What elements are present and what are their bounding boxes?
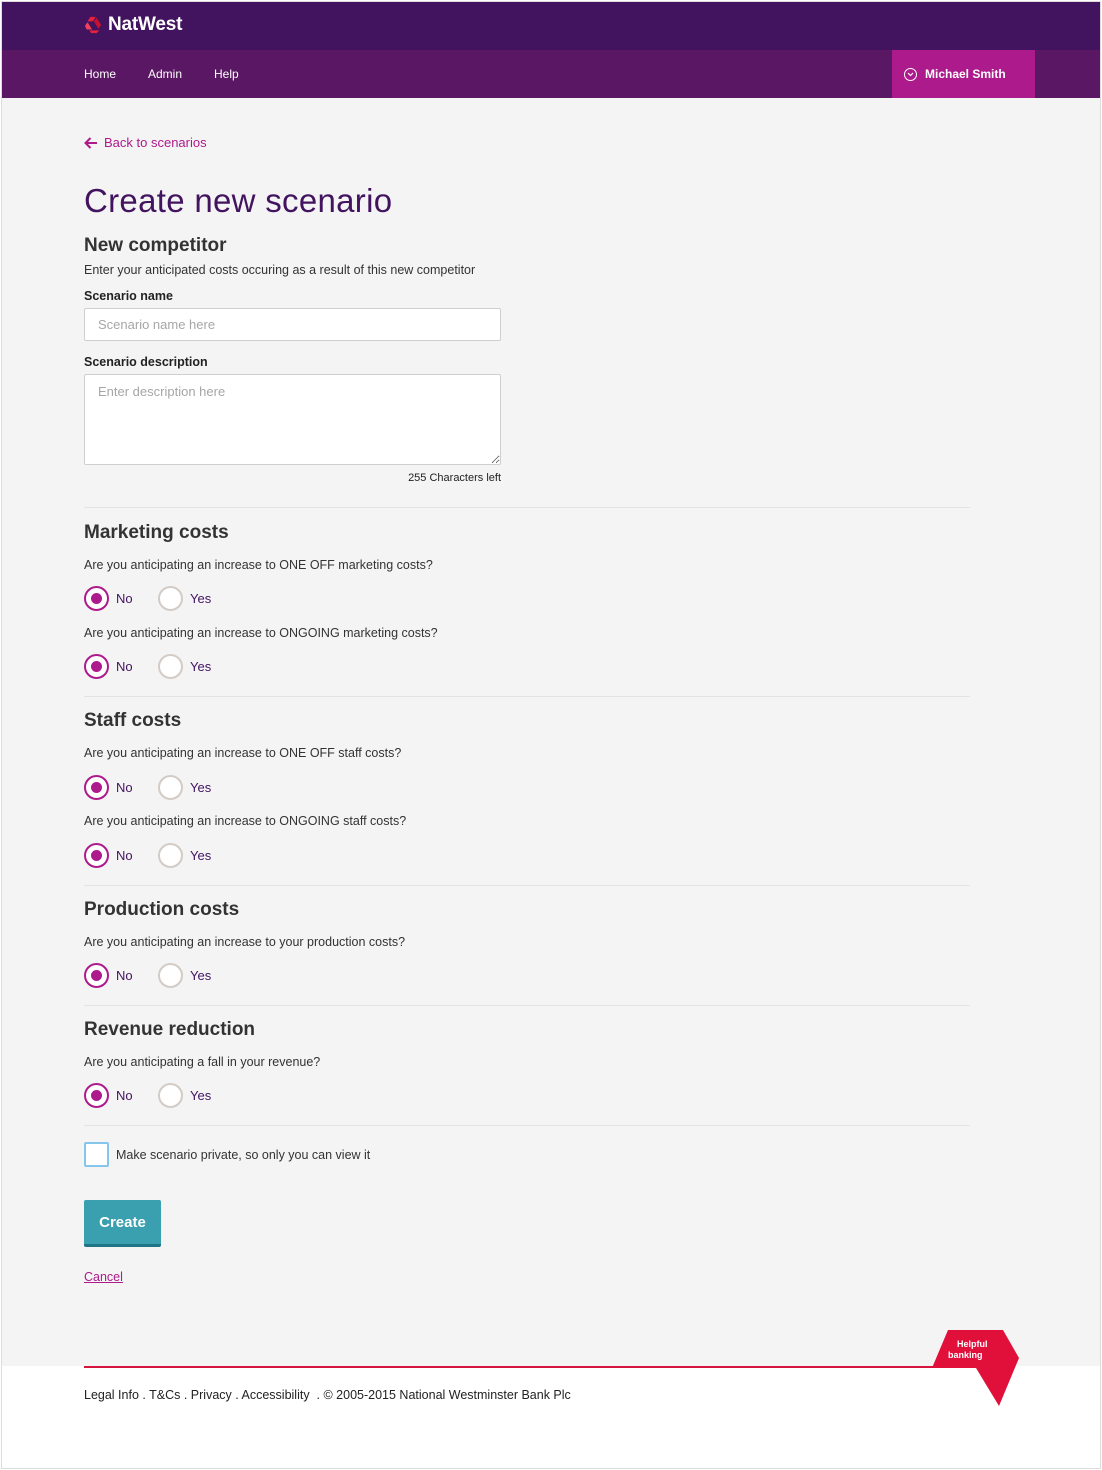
- radio-no-label[interactable]: No: [116, 780, 158, 795]
- brand-logo-link[interactable]: NatWest: [84, 14, 182, 36]
- radio-no[interactable]: [84, 654, 109, 679]
- footer-separator: .: [180, 1388, 191, 1402]
- radio-no[interactable]: [84, 1083, 109, 1108]
- chevron-down-circle-icon: [904, 67, 917, 81]
- section-divider: [84, 1125, 970, 1126]
- revenue-reduction-heading: Revenue reduction: [84, 1019, 256, 1040]
- scenario-name-input[interactable]: [84, 308, 501, 341]
- helpful-banking-text: Helpful banking: [948, 1339, 988, 1360]
- radio-yes[interactable]: [158, 843, 183, 868]
- cancel-link[interactable]: Cancel: [84, 1270, 123, 1284]
- create-button[interactable]: Create: [84, 1200, 161, 1247]
- radio-yes-label[interactable]: Yes: [190, 780, 211, 795]
- private-scenario-label[interactable]: Make scenario private, so only you can v…: [116, 1148, 370, 1162]
- radio-no[interactable]: [84, 775, 109, 800]
- section-divider: [84, 507, 970, 508]
- radio-yes-label[interactable]: Yes: [190, 848, 211, 863]
- scenario-type-heading: New competitor: [84, 235, 227, 256]
- page-frame: NatWest Home Admin Help Michael Smith Ba…: [1, 1, 1101, 1469]
- radio-group-revenue: No Yes: [84, 1083, 211, 1108]
- page-title: Create new scenario: [84, 182, 393, 219]
- scenario-description-input[interactable]: [84, 374, 501, 465]
- intro-text: Enter your anticipated costs occuring as…: [84, 263, 476, 277]
- user-name: Michael Smith: [925, 67, 1006, 81]
- natwest-chevrons-icon: [84, 16, 102, 34]
- question-ongoing-staff: Are you anticipating an increase to ONGO…: [84, 814, 407, 828]
- radio-group-oneoff-staff: No Yes: [84, 775, 211, 800]
- footer-separator: .: [231, 1388, 242, 1402]
- question-oneoff-marketing: Are you anticipating an increase to ONE …: [84, 558, 433, 572]
- footer-link-privacy[interactable]: Privacy: [191, 1388, 232, 1402]
- production-costs-heading: Production costs: [84, 899, 240, 920]
- scenario-description-label: Scenario description: [84, 355, 208, 369]
- radio-group-production: No Yes: [84, 963, 211, 988]
- nav-admin[interactable]: Admin: [148, 67, 182, 81]
- radio-no[interactable]: [84, 586, 109, 611]
- radio-no-label[interactable]: No: [116, 848, 158, 863]
- private-scenario-checkbox[interactable]: [84, 1142, 109, 1167]
- radio-no-label[interactable]: No: [116, 659, 158, 674]
- footer-links: Legal Info . T&Cs . Privacy . Accessibil…: [84, 1388, 571, 1402]
- question-production: Are you anticipating an increase to your…: [84, 935, 406, 949]
- nav-help[interactable]: Help: [214, 67, 239, 81]
- radio-yes[interactable]: [158, 963, 183, 988]
- footer-separator: .: [313, 1388, 324, 1402]
- radio-group-ongoing-marketing: No Yes: [84, 654, 211, 679]
- footer-link-tcs[interactable]: T&Cs: [149, 1388, 180, 1402]
- marketing-costs-heading: Marketing costs: [84, 522, 229, 543]
- user-menu-button[interactable]: Michael Smith: [892, 50, 1035, 98]
- footer-link-legal[interactable]: Legal Info: [84, 1388, 139, 1402]
- back-link-label: Back to scenarios: [104, 135, 207, 150]
- scenario-name-label: Scenario name: [84, 289, 173, 303]
- brand-name: NatWest: [108, 14, 183, 35]
- radio-yes[interactable]: [158, 1083, 183, 1108]
- radio-yes-label[interactable]: Yes: [190, 659, 211, 674]
- footer-link-accessibility[interactable]: Accessibility: [242, 1388, 310, 1402]
- characters-left-counter: 255 Characters left: [408, 472, 501, 484]
- radio-yes[interactable]: [158, 775, 183, 800]
- question-oneoff-staff: Are you anticipating an increase to ONE …: [84, 746, 402, 760]
- radio-no[interactable]: [84, 963, 109, 988]
- footer-divider: [84, 1366, 944, 1368]
- back-to-scenarios-link[interactable]: Back to scenarios: [84, 135, 207, 150]
- footer-separator: .: [138, 1388, 150, 1402]
- radio-no-label[interactable]: No: [116, 968, 158, 983]
- radio-no[interactable]: [84, 843, 109, 868]
- nav-home[interactable]: Home: [84, 67, 116, 81]
- copyright-text: © 2005-2015 National Westminster Bank Pl…: [323, 1388, 571, 1402]
- radio-yes[interactable]: [158, 586, 183, 611]
- section-divider: [84, 696, 970, 697]
- question-revenue: Are you anticipating a fall in your reve…: [84, 1055, 321, 1069]
- section-divider: [84, 1005, 970, 1006]
- radio-yes-label[interactable]: Yes: [190, 968, 211, 983]
- section-divider: [84, 885, 970, 886]
- radio-group-oneoff-marketing: No Yes: [84, 586, 211, 611]
- question-ongoing-marketing: Are you anticipating an increase to ONGO…: [84, 626, 438, 640]
- radio-yes-label[interactable]: Yes: [190, 1088, 211, 1103]
- radio-yes-label[interactable]: Yes: [190, 591, 211, 606]
- arrow-left-icon: [84, 136, 97, 149]
- staff-costs-heading: Staff costs: [84, 710, 182, 731]
- header-bar: NatWest: [2, 2, 1100, 50]
- radio-no-label[interactable]: No: [116, 1088, 158, 1103]
- radio-no-label[interactable]: No: [116, 591, 158, 606]
- radio-group-ongoing-staff: No Yes: [84, 843, 211, 868]
- radio-yes[interactable]: [158, 654, 183, 679]
